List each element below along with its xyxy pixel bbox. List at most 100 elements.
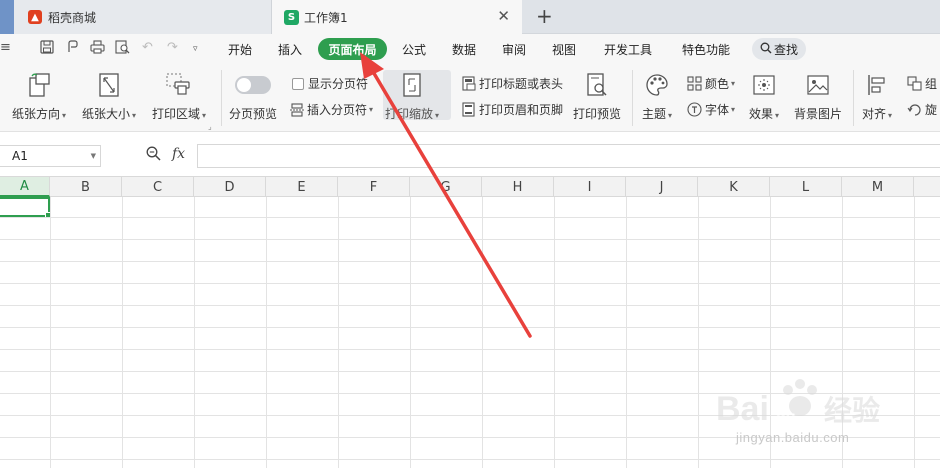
- row-gridline: [0, 261, 940, 262]
- column-header-f[interactable]: F: [338, 177, 410, 197]
- selected-cell-a1[interactable]: [0, 197, 52, 219]
- page-break-preview-button[interactable]: 分页预览: [229, 64, 277, 122]
- tab-edge[interactable]: [0, 0, 14, 34]
- background-image-label: 背景图片: [794, 107, 843, 121]
- menu-view[interactable]: 视图: [552, 41, 576, 58]
- insert-function-icon[interactable]: fx: [172, 146, 185, 162]
- tab-label: 工作簿1: [304, 10, 348, 25]
- colors-button[interactable]: 颜色 ▾: [687, 75, 735, 92]
- export-pdf-icon[interactable]: [66, 40, 80, 58]
- font-icon: [687, 102, 702, 117]
- undo-icon[interactable]: ↶: [142, 40, 153, 55]
- file-menu-icon[interactable]: ≡: [0, 40, 11, 55]
- search-button[interactable]: 查找: [752, 38, 806, 60]
- show-page-break-checkbox[interactable]: 显示分页符: [292, 75, 368, 92]
- save-icon[interactable]: [40, 40, 54, 58]
- menu-special-features[interactable]: 特色功能: [682, 41, 730, 58]
- menu-data[interactable]: 数据: [452, 41, 476, 58]
- checkbox-icon: [292, 77, 304, 90]
- print-titles-button[interactable]: 打印标题或表头: [461, 75, 563, 92]
- column-header-e[interactable]: E: [266, 177, 338, 197]
- align-icon: [866, 70, 888, 100]
- print-titles-label: 打印标题或表头: [479, 77, 564, 91]
- column-gridline: [698, 197, 699, 468]
- column-gridline: [410, 197, 411, 468]
- column-header-a[interactable]: A: [0, 177, 50, 197]
- search-label: 查找: [773, 42, 798, 57]
- row-gridline: [0, 283, 940, 284]
- tab-workbook[interactable]: S 工作簿1 ✕: [272, 0, 522, 34]
- ribbon-separator: [853, 70, 854, 126]
- column-gridline: [482, 197, 483, 468]
- group-button[interactable]: 组: [907, 75, 937, 92]
- menu-home[interactable]: 开始: [228, 41, 252, 58]
- print-preview-button[interactable]: 打印预览: [573, 64, 621, 122]
- caret-down-icon: ▾: [435, 111, 440, 120]
- column-header-k[interactable]: K: [698, 177, 770, 197]
- align-button[interactable]: 对齐 ▾: [862, 64, 892, 122]
- print-preview-large-icon: [585, 70, 609, 100]
- column-header-d[interactable]: D: [194, 177, 266, 197]
- column-header-c[interactable]: C: [122, 177, 194, 197]
- caret-down-icon: ▾: [62, 111, 67, 120]
- menu-formulas[interactable]: 公式: [402, 41, 426, 58]
- formula-input[interactable]: [197, 144, 940, 168]
- column-gridline: [554, 197, 555, 468]
- svg-text:du: du: [776, 409, 796, 426]
- print-scale-button[interactable]: 打印缩放 ▾: [385, 64, 439, 122]
- tab-docer-store[interactable]: ▲ 稻壳商城: [14, 0, 272, 34]
- column-gridline: [626, 197, 627, 468]
- print-preview-icon[interactable]: [115, 40, 130, 58]
- print-area-icon: [165, 70, 193, 100]
- fonts-button[interactable]: 字体 ▾: [687, 101, 735, 118]
- name-box[interactable]: A1 ▼: [0, 145, 101, 167]
- menu-page-layout[interactable]: 页面布局: [318, 38, 387, 60]
- rotate-button[interactable]: 旋: [907, 101, 937, 118]
- svg-text:经验: 经验: [824, 394, 880, 427]
- insert-page-break-button[interactable]: 插入分页符 ▾: [290, 101, 373, 118]
- caret-down-icon: ▾: [202, 111, 207, 120]
- column-header-i[interactable]: I: [554, 177, 626, 197]
- column-header-j[interactable]: J: [626, 177, 698, 197]
- palette-icon: [645, 70, 669, 100]
- column-gridline: [266, 197, 267, 468]
- spreadsheet-logo-icon: S: [284, 9, 299, 25]
- formula-bar: A1 ▼ fx: [0, 132, 940, 176]
- background-image-button[interactable]: 背景图片: [794, 64, 842, 122]
- close-icon[interactable]: ✕: [497, 9, 510, 24]
- theme-button[interactable]: 主题 ▾: [642, 64, 672, 122]
- print-header-footer-label: 打印页眉和页脚: [479, 103, 564, 117]
- column-header-m[interactable]: M: [842, 177, 914, 197]
- page-break-preview-toggle[interactable]: [235, 76, 271, 94]
- print-header-footer-button[interactable]: 打印页眉和页脚: [461, 101, 563, 118]
- show-page-break-label: 显示分页符: [308, 77, 369, 91]
- column-header-h[interactable]: H: [482, 177, 554, 197]
- page-break-preview-label: 分页预览: [229, 107, 278, 121]
- column-header-b[interactable]: B: [50, 177, 122, 197]
- column-header-g[interactable]: G: [410, 177, 482, 197]
- zoom-icon[interactable]: [146, 146, 161, 165]
- search-icon: [760, 42, 772, 57]
- caret-down-icon: ▾: [132, 111, 137, 120]
- customize-quick-access-icon[interactable]: ▿: [193, 44, 198, 54]
- menu-insert[interactable]: 插入: [278, 41, 302, 58]
- group-label: 组: [925, 77, 938, 91]
- redo-icon[interactable]: ↷: [167, 40, 178, 55]
- menu-review[interactable]: 审阅: [502, 41, 526, 58]
- align-label: 对齐: [862, 107, 887, 121]
- new-tab-button[interactable]: +: [536, 5, 553, 27]
- caret-down-icon: ▾: [888, 111, 893, 120]
- tab-label: 稻壳商城: [48, 10, 97, 25]
- image-icon: [806, 70, 830, 100]
- orientation-label: 纸张方向: [12, 107, 61, 121]
- paper-size-button[interactable]: 纸张大小 ▾: [82, 64, 136, 122]
- chevron-down-icon[interactable]: ▼: [91, 152, 96, 160]
- effects-button[interactable]: 效果 ▾: [749, 64, 779, 122]
- column-header-l[interactable]: L: [770, 177, 842, 197]
- menu-developer[interactable]: 开发工具: [604, 41, 652, 58]
- dialog-launcher-icon[interactable]: ⌟: [208, 122, 212, 131]
- print-area-button[interactable]: 打印区域 ▾: [152, 64, 206, 122]
- colors-icon: [687, 76, 702, 91]
- print-icon[interactable]: [90, 40, 105, 58]
- orientation-button[interactable]: 纸张方向 ▾: [12, 64, 66, 122]
